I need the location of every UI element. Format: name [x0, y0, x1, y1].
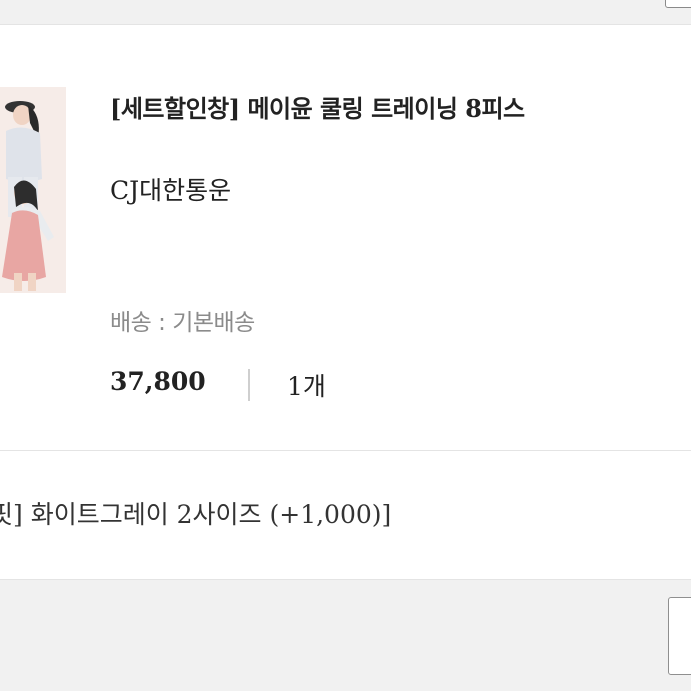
product-name[interactable]: [세트할인창] 메이윤 쿨링 트레이닝 8피스	[110, 89, 525, 124]
shipping-method: 배송 : 기본배송	[110, 310, 255, 336]
section-divider	[0, 450, 691, 451]
price-divider	[248, 369, 250, 401]
selected-option: 핏] 화이트그레이 2사이즈 (+1,000)]	[0, 500, 392, 529]
shipping-carrier: CJ대한통운	[110, 176, 232, 205]
product-photo-icon	[0, 87, 66, 293]
top-strip	[0, 0, 691, 24]
quantity: 1개	[287, 372, 326, 401]
price: 37,800	[110, 367, 206, 396]
top-action-button[interactable]	[665, 0, 691, 8]
bottom-action-button[interactable]	[668, 597, 691, 675]
product-thumbnail[interactable]	[0, 87, 66, 293]
order-item-card: [세트할인창] 메이윤 쿨링 트레이닝 8피스 CJ대한통운 배송 : 기본배송…	[0, 24, 691, 580]
